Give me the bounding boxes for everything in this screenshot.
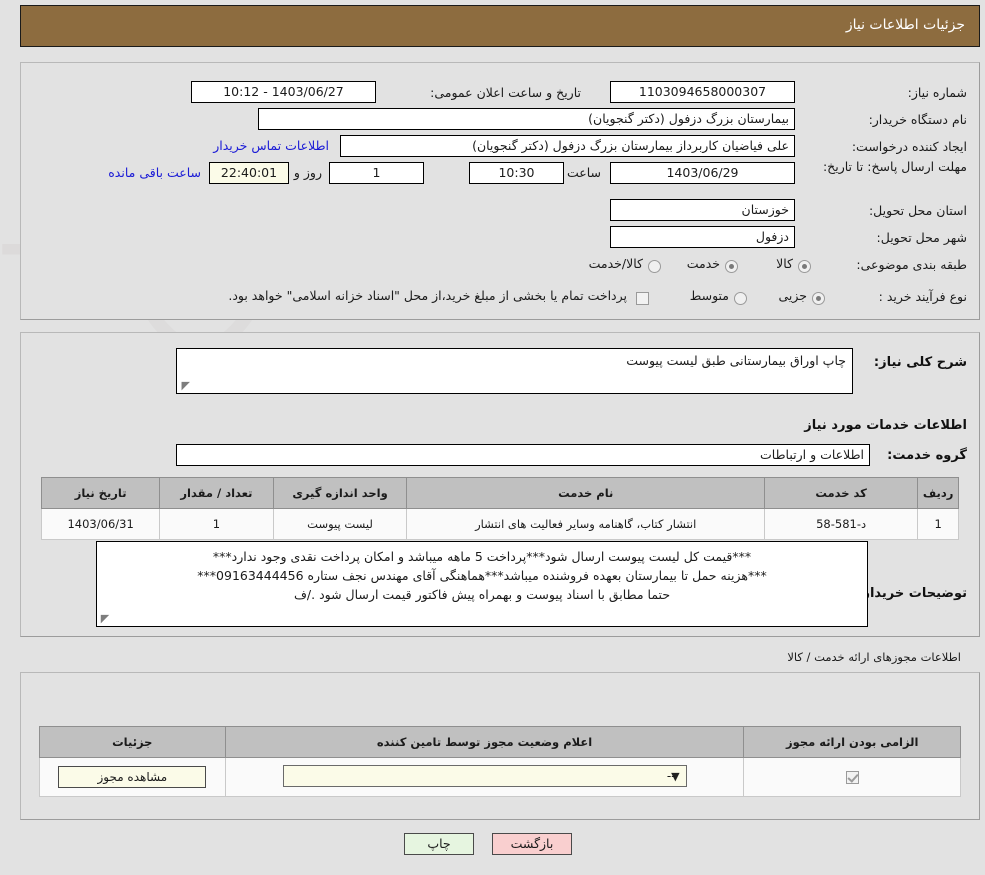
permit-required-checkbox [846, 771, 859, 784]
col-permit-required: الزامی بودن ارائه مجوز [744, 727, 961, 758]
category-option-khedmat: خدمت [687, 256, 720, 271]
cell-quantity: 1 [160, 509, 273, 540]
delivery-province-value: خوزستان [610, 199, 795, 221]
col-permit-status: اعلام وضعیت مجوز توسط تامین کننده [225, 727, 744, 758]
need-info-panel: شماره نیاز: 1103094658000307 تاریخ و ساع… [20, 62, 980, 320]
col-permit-details: جزئیات [40, 727, 226, 758]
cell-row-num: 1 [918, 509, 959, 540]
buyer-org-value: بیمارستان بزرگ دزفول (دکتر گنجویان) [258, 108, 795, 130]
remaining-time-value: 22:40:01 [209, 162, 289, 184]
category-radio-kala-khedmat[interactable] [648, 260, 661, 273]
cell-permit-status: ▼ -- [225, 758, 744, 797]
need-number-value: 1103094658000307 [610, 81, 795, 103]
services-section-title: اطلاعات خدمات مورد نیاز [804, 418, 967, 433]
category-radio-kala[interactable] [798, 260, 811, 273]
purchase-process-radio-motavasset[interactable] [734, 292, 747, 305]
buyer-notes-value: ***قیمت کل لیست پیوست ارسال شود***پرداخت… [96, 541, 868, 627]
print-button[interactable]: چاپ [404, 833, 474, 855]
need-number-label: شماره نیاز: [857, 85, 967, 101]
purchase-process-option-jozii: جزیی [778, 288, 807, 303]
window-title-bar: جزئیات اطلاعات نیاز [20, 5, 980, 47]
remaining-days-label: روز و [294, 165, 322, 180]
islamic-treasury-checkbox[interactable] [636, 292, 649, 305]
service-items-table: ردیف کد خدمت نام خدمت واحد اندازه گیری ت… [41, 477, 959, 540]
request-creator-value: علی فیاضیان کاربرداز بیمارستان بزرگ دزفو… [340, 135, 795, 157]
cell-service-name: انتشار کتاب، گاهنامه وسایر فعالیت های ان… [407, 509, 765, 540]
notes-resize-grip-icon[interactable]: ◤ [100, 614, 110, 624]
announce-datetime-label: تاریخ و ساعت اعلان عمومی: [396, 85, 581, 101]
page-root: AnaTender .net جزئیات اطلاعات نیاز شماره… [0, 0, 985, 875]
category-option-kala-khedmat: کالا/خدمت [589, 256, 643, 271]
general-description-text: چاپ اوراق بیمارستانی طبق لیست پیوست [626, 353, 846, 368]
response-deadline-label: مهلت ارسال پاسخ: تا تاریخ: [849, 159, 967, 175]
col-quantity: تعداد / مقدار [160, 478, 273, 509]
permit-status-value: -- [667, 766, 676, 786]
buyer-contact-link[interactable]: اطلاعات تماس خریدار [213, 138, 329, 153]
cell-need-date: 1403/06/31 [42, 509, 160, 540]
purchase-process-option-motavasset: متوسط [690, 288, 729, 303]
permit-status-select[interactable]: ▼ -- [283, 765, 687, 787]
table-row: 1 د-581-58 انتشار کتاب، گاهنامه وسایر فع… [42, 509, 959, 540]
remaining-days-value: 1 [329, 162, 424, 184]
deadline-hour-value: 10:30 [469, 162, 564, 184]
category-radio-khedmat[interactable] [725, 260, 738, 273]
buyer-notes-label: توضیحات خریدار: [857, 586, 967, 601]
buyer-notes-line-2: ***هزینه حمل تا بیمارستان بعهده فروشنده … [103, 566, 861, 585]
service-group-value: اطلاعات و ارتباطات [176, 444, 870, 466]
category-label: طبقه بندی موضوعی: [842, 257, 967, 273]
service-group-label: گروه خدمت: [887, 448, 967, 463]
col-need-date: تاریخ نیاز [42, 478, 160, 509]
col-row-num: ردیف [918, 478, 959, 509]
cell-permit-details: مشاهده مجوز [40, 758, 226, 797]
general-description-value: چاپ اوراق بیمارستانی طبق لیست پیوست ◤ [176, 348, 853, 394]
delivery-province-label: استان محل تحویل: [847, 203, 967, 219]
announce-datetime-value: 1403/06/27 - 10:12 [191, 81, 376, 103]
table-header-row: ردیف کد خدمت نام خدمت واحد اندازه گیری ت… [42, 478, 959, 509]
purchase-process-label: نوع فرآیند خرید : [842, 289, 967, 305]
buyer-notes-line-1: ***قیمت کل لیست پیوست ارسال شود***پرداخت… [103, 547, 861, 566]
page-title: جزئیات اطلاعات نیاز [846, 17, 965, 33]
resize-grip-icon[interactable]: ◤ [180, 381, 190, 391]
islamic-treasury-text: پرداخت تمام یا بخشی از مبلغ خرید،از محل … [228, 288, 627, 303]
view-permit-button[interactable]: مشاهده مجوز [58, 766, 206, 788]
cell-permit-required [744, 758, 961, 797]
buyer-org-label: نام دستگاه خریدار: [837, 112, 967, 128]
buyer-notes-line-3: حتما مطابق با اسناد پیوست و بهمراه پیش ف… [103, 585, 861, 604]
category-option-kala: کالا [776, 256, 793, 271]
cell-unit: لیست پیوست [273, 509, 407, 540]
permits-panel: الزامی بودن ارائه مجوز اعلام وضعیت مجوز … [20, 672, 980, 820]
permits-table: الزامی بودن ارائه مجوز اعلام وضعیت مجوز … [39, 726, 961, 797]
col-service-code: کد خدمت [764, 478, 917, 509]
purchase-process-radio-jozii[interactable] [812, 292, 825, 305]
back-button[interactable]: بازگشت [492, 833, 572, 855]
delivery-city-label: شهر محل تحویل: [847, 230, 967, 246]
permits-header-row: الزامی بودن ارائه مجوز اعلام وضعیت مجوز … [40, 727, 961, 758]
permits-caption: اطلاعات مجوزهای ارائه خدمت / کالا [787, 650, 961, 664]
col-unit: واحد اندازه گیری [273, 478, 407, 509]
service-details-panel: شرح کلی نیاز: چاپ اوراق بیمارستانی طبق ل… [20, 332, 980, 637]
response-deadline-date: 1403/06/29 [610, 162, 795, 184]
delivery-city-value: دزفول [610, 226, 795, 248]
request-creator-label: ایجاد کننده درخواست: [827, 139, 967, 155]
permits-row: ▼ -- مشاهده مجوز [40, 758, 961, 797]
deadline-hour-label: ساعت [567, 165, 601, 180]
general-description-label: شرح کلی نیاز: [874, 355, 967, 370]
remaining-time-label: ساعت باقی مانده [108, 165, 201, 180]
cell-service-code: د-581-58 [764, 509, 917, 540]
col-service-name: نام خدمت [407, 478, 765, 509]
